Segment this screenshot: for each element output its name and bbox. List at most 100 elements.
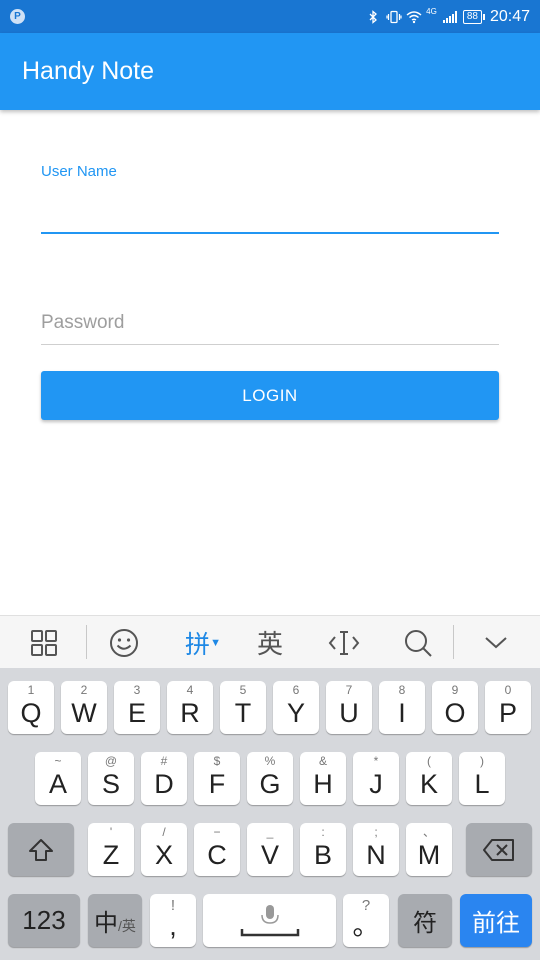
backspace-key[interactable] [466, 823, 532, 876]
numbers-key-label: 123 [22, 905, 66, 935]
search-icon[interactable] [396, 616, 440, 669]
app-bar: Handy Note [0, 33, 540, 110]
go-key[interactable]: 前往 [460, 894, 532, 947]
username-label: User Name [41, 163, 117, 180]
login-button[interactable]: LOGIN [41, 371, 499, 420]
pinyin-mode-label: 拼 [185, 630, 211, 659]
key-label: W [71, 698, 97, 728]
key-label: T [234, 698, 252, 728]
key-label: R [180, 698, 200, 728]
lang-main-label: 中 [94, 910, 119, 937]
key-o[interactable]: 9O [432, 681, 478, 734]
emoji-icon[interactable] [102, 616, 146, 669]
key-sub-label: _ [266, 825, 274, 839]
numbers-key[interactable]: 123 [8, 894, 80, 947]
key-label: J [369, 769, 383, 799]
key-sub-label: ' [109, 825, 113, 839]
key-sub-label: @ [104, 754, 118, 768]
key-i[interactable]: 8I [379, 681, 425, 734]
pinyin-mode-button[interactable]: 拼 ▼ [176, 616, 230, 669]
vibrate-icon [386, 10, 402, 24]
key-label: I [398, 698, 406, 728]
key-k[interactable]: (K [406, 752, 452, 805]
status-time: 20:47 [489, 7, 530, 25]
key-m[interactable]: 、 M [406, 823, 452, 876]
key-label: X [154, 840, 173, 870]
key-label: G [259, 769, 281, 799]
battery-icon: 88 [462, 9, 486, 24]
key-x[interactable]: / X [141, 823, 187, 876]
keyboard-menu-grid-icon[interactable] [22, 616, 66, 669]
key-l[interactable]: ) L [459, 752, 505, 805]
key-label: Y [286, 698, 305, 728]
key-v[interactable]: _ V [247, 823, 293, 876]
key-label: B [313, 840, 332, 870]
key-a[interactable]: ~ A [35, 752, 81, 805]
key-g[interactable]: % G [247, 752, 293, 805]
keyboard-toolbar: 拼 ▼ 英 [0, 615, 540, 669]
key-label: V [260, 840, 279, 870]
key-e[interactable]: 3E [114, 681, 160, 734]
key-sub-label: 0 [504, 683, 512, 697]
key-n[interactable]: ; N [353, 823, 399, 876]
key-label: , [169, 911, 177, 941]
key-z[interactable]: ' Z [88, 823, 134, 876]
key-sub-label: ) [480, 754, 484, 768]
key-u[interactable]: 7U [326, 681, 372, 734]
symbols-key-label: 符 [413, 910, 437, 937]
key-p[interactable]: 0P [485, 681, 531, 734]
key-sub-label: 1 [27, 683, 35, 697]
username-input[interactable] [41, 190, 499, 234]
key-w[interactable]: 2W [61, 681, 107, 734]
key-label: N [366, 840, 386, 870]
key-label: O [444, 698, 466, 728]
shift-key[interactable] [8, 823, 74, 876]
period-key[interactable]: ?。 [343, 894, 389, 947]
go-key-label: 前往 [472, 910, 520, 937]
key-sub-label: 8 [398, 683, 406, 697]
keyboard: 1Q 2W 3E 4R 5T 6Y 7U 8I 9O 0P ~ A @ S # D $… [0, 668, 540, 960]
password-input[interactable] [41, 302, 499, 345]
key-c[interactable]: − C [194, 823, 240, 876]
app-title: Handy Note [22, 57, 155, 85]
key-sub-label: 3 [133, 683, 141, 697]
battery-level: 88 [466, 10, 478, 22]
language-switch-label: 中/英 [88, 894, 142, 947]
key-b[interactable]: :B [300, 823, 346, 876]
key-s[interactable]: @ S [88, 752, 134, 805]
chevron-down-icon[interactable] [474, 616, 518, 669]
key-sub-label: ; [374, 825, 378, 839]
key-sub-label: $ [213, 754, 221, 768]
key-h[interactable]: & H [300, 752, 346, 805]
key-label: A [48, 769, 67, 799]
cursor-edit-icon[interactable] [322, 616, 366, 669]
backspace-icon [466, 823, 532, 876]
key-j[interactable]: * J [353, 752, 399, 805]
key-sub-label: 、 [422, 825, 435, 839]
key-q[interactable]: 1Q [8, 681, 54, 734]
space-key[interactable] [203, 894, 336, 947]
key-t[interactable]: 5T [220, 681, 266, 734]
key-d[interactable]: # D [141, 752, 187, 805]
symbols-key[interactable]: 符 [398, 894, 452, 947]
comma-key[interactable]: !, [150, 894, 196, 947]
key-f[interactable]: $ F [194, 752, 240, 805]
english-mode-label: 英 [256, 629, 283, 659]
key-label: H [313, 769, 333, 799]
key-sub-label: 2 [80, 683, 88, 697]
language-switch-key[interactable]: 中/英 [88, 894, 142, 947]
key-sub-label: * [373, 754, 379, 768]
key-sub-label: ~ [54, 754, 62, 768]
parking-notification-icon: P [10, 9, 25, 24]
key-label: 。 [352, 911, 380, 941]
lang-sub-label: /英 [118, 917, 136, 934]
key-label: L [474, 769, 490, 799]
key-sub-label: # [160, 754, 168, 768]
key-r[interactable]: 4R [167, 681, 213, 734]
key-y[interactable]: 6Y [273, 681, 319, 734]
key-sub-label: 4 [186, 683, 194, 697]
microphone-icon [203, 894, 336, 947]
key-label: E [127, 698, 146, 728]
english-mode-button[interactable]: 英 [248, 616, 292, 669]
key-label: P [498, 698, 517, 728]
